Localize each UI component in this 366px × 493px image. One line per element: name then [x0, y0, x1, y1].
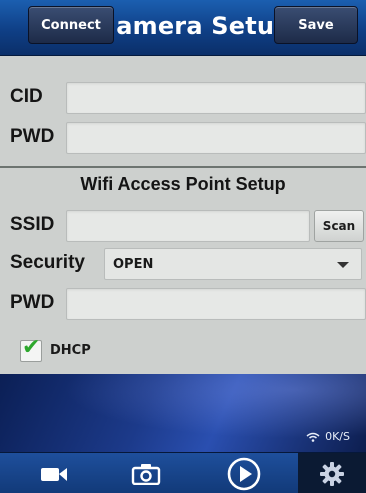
- security-select[interactable]: OPEN: [104, 248, 362, 280]
- network-status: 0K/S: [306, 430, 350, 443]
- transfer-rate: 0K/S: [325, 430, 350, 443]
- wifi-icon: [306, 432, 320, 442]
- wifi-pwd-label: PWD: [10, 292, 55, 313]
- bottom-nav: [0, 452, 366, 493]
- cid-label: CID: [10, 86, 43, 107]
- save-button[interactable]: Save: [274, 6, 358, 44]
- title-bar: Connect Camera Setup Save: [0, 0, 366, 56]
- section-divider: [0, 166, 366, 168]
- camera-pwd-input[interactable]: [66, 122, 366, 154]
- scan-button[interactable]: Scan: [314, 210, 364, 242]
- ssid-label: SSID: [10, 214, 55, 235]
- security-label: Security: [10, 252, 85, 273]
- background-wallpaper: 0K/S: [0, 374, 366, 452]
- checkmark-icon: ✔: [22, 335, 41, 360]
- gear-icon: [320, 461, 344, 486]
- camera-pwd-label: PWD: [10, 126, 55, 147]
- wifi-pwd-input[interactable]: [66, 288, 366, 320]
- cid-input[interactable]: [66, 82, 366, 114]
- page-title: Camera Setup: [116, 12, 274, 40]
- nav-playback[interactable]: [218, 453, 270, 493]
- chevron-down-icon: [337, 262, 349, 268]
- connect-button[interactable]: Connect: [28, 6, 114, 44]
- wifi-section-title: Wifi Access Point Setup: [80, 174, 286, 194]
- dhcp-checkbox[interactable]: ✔: [20, 335, 42, 362]
- nav-settings[interactable]: [298, 453, 366, 493]
- dhcp-label: DHCP: [50, 343, 91, 358]
- ssid-input[interactable]: [66, 210, 310, 242]
- camera-icon: [131, 463, 161, 485]
- play-icon: [227, 457, 261, 490]
- video-camera-icon: [41, 467, 67, 481]
- nav-snapshot[interactable]: [120, 453, 172, 493]
- nav-video[interactable]: [28, 453, 80, 493]
- security-value: OPEN: [113, 257, 154, 272]
- setup-form: CID PWD Wifi Access Point Setup SSID Sca…: [0, 56, 366, 374]
